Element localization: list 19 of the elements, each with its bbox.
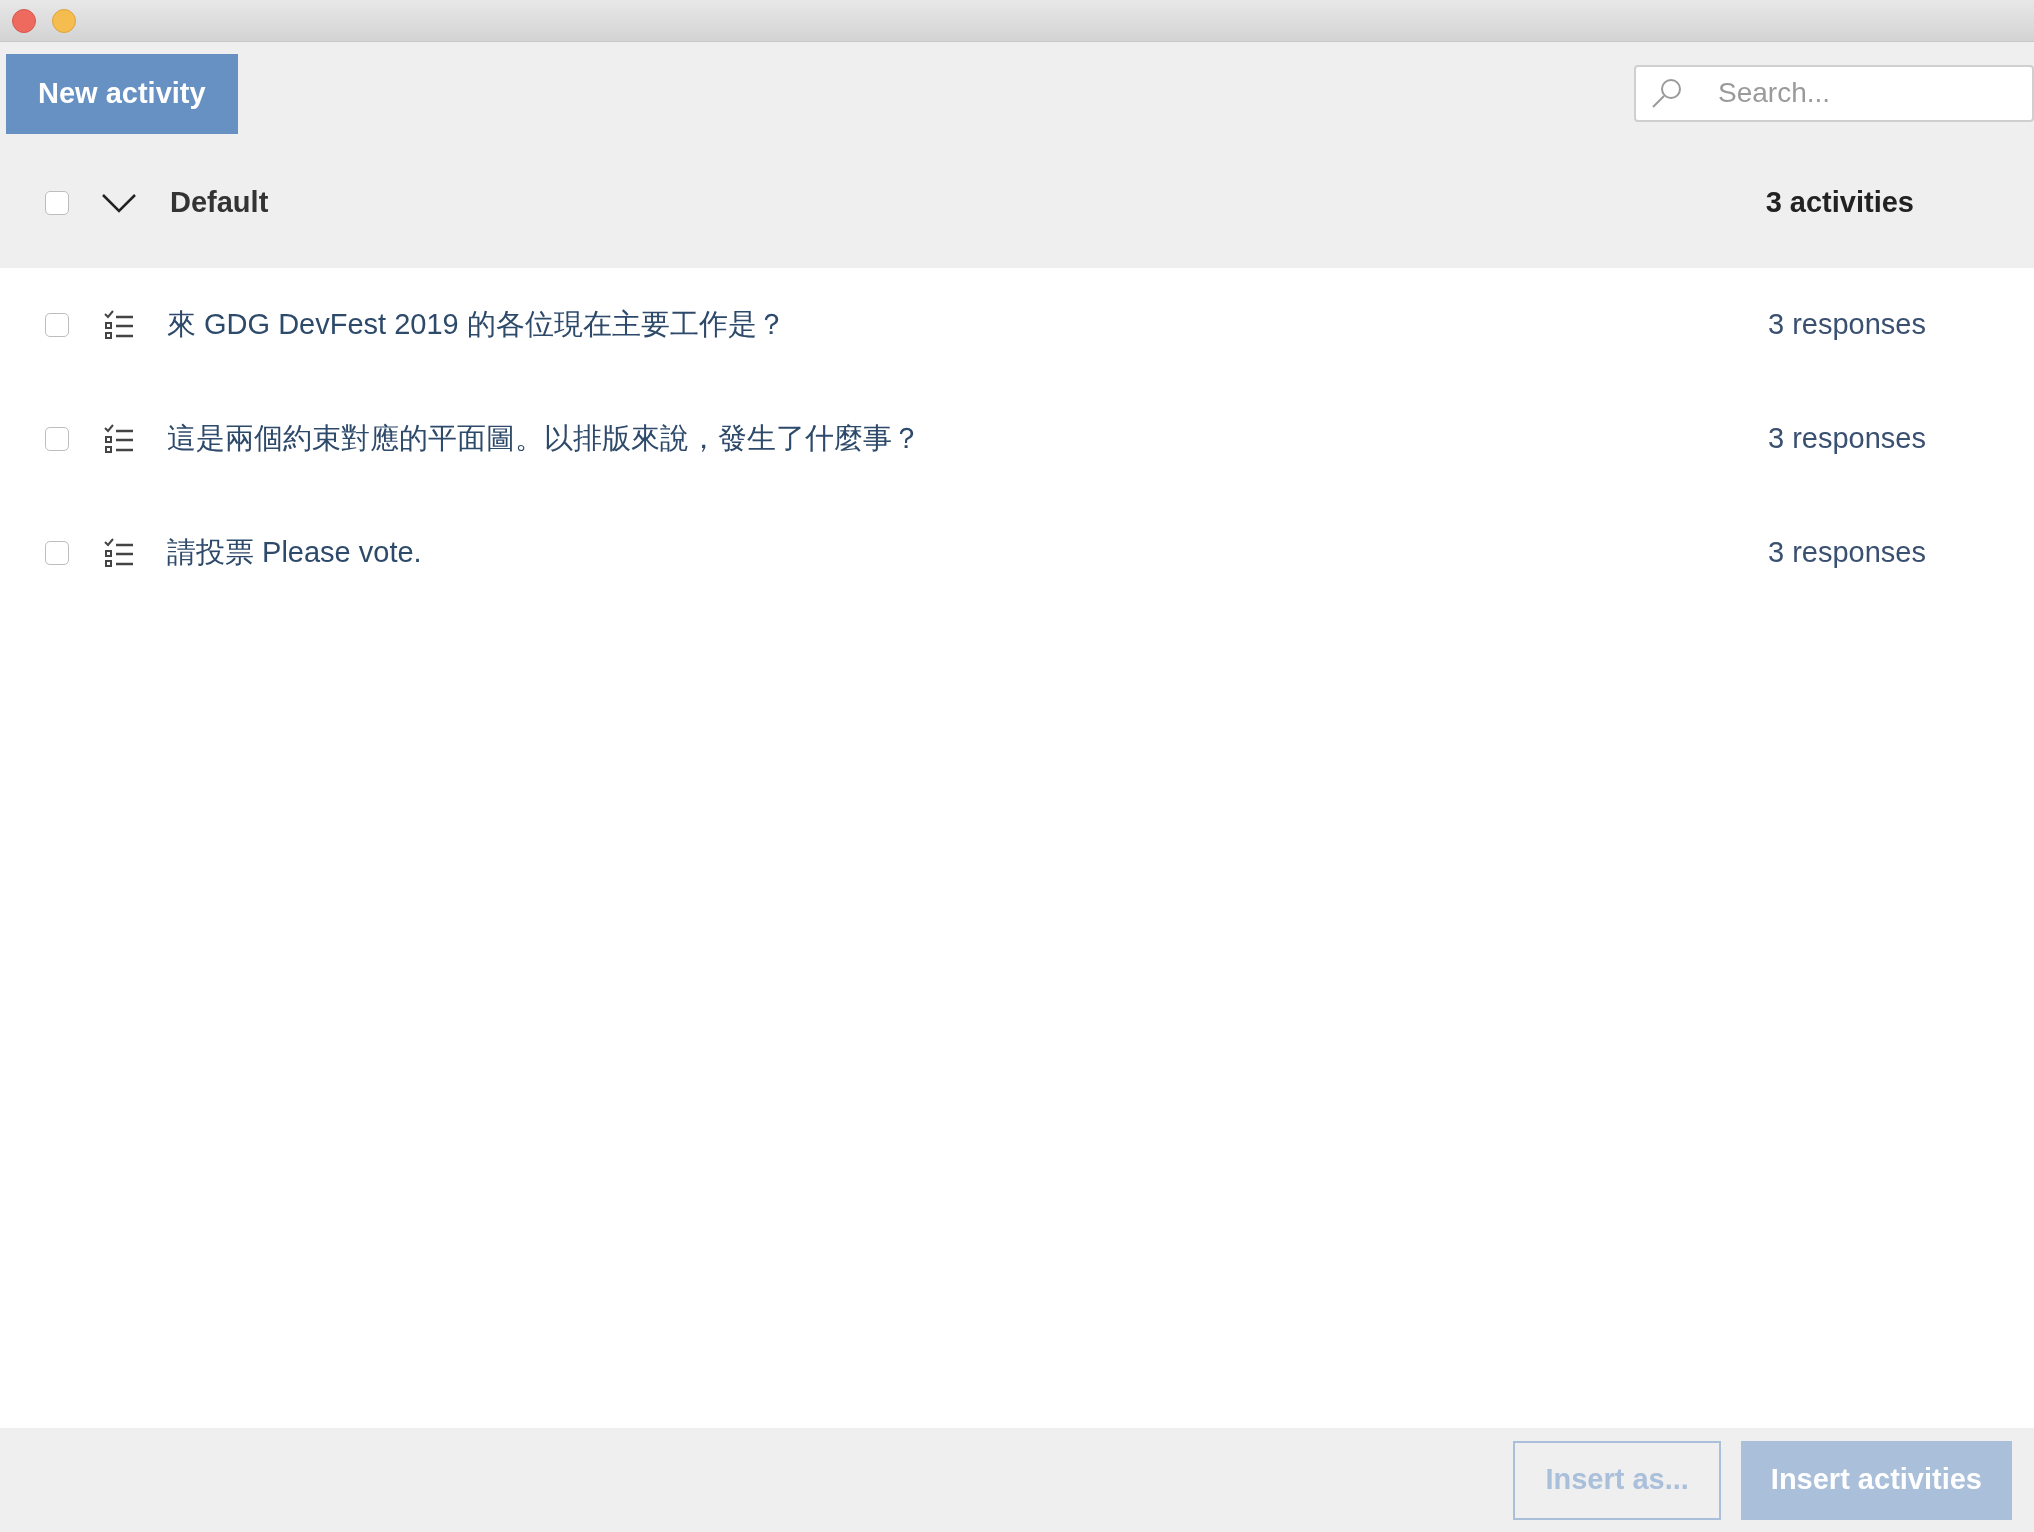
checkbox[interactable] xyxy=(45,313,69,337)
checkbox[interactable] xyxy=(45,541,69,565)
chevron-icon[interactable] xyxy=(101,193,137,213)
checklist-icon xyxy=(103,537,135,569)
activity-title[interactable]: 這是兩個約束對應的平面圖。以排版來說，發生了什麼事？ xyxy=(167,417,921,461)
activity-title[interactable]: 來 GDG DevFest 2019 的各位現在主要工作是？ xyxy=(167,303,786,347)
minimize-window-button[interactable] xyxy=(52,8,76,33)
group-name: Default xyxy=(170,185,269,221)
activity-title[interactable]: 請投票 Please vote. xyxy=(167,531,422,575)
response-count: 3 responses xyxy=(1768,535,1926,571)
checkbox[interactable] xyxy=(45,191,69,215)
checklist-icon xyxy=(103,309,135,341)
checklist-icon xyxy=(103,423,135,455)
close-window-button[interactable] xyxy=(12,8,36,33)
response-count: 3 responses xyxy=(1768,307,1926,343)
search-field[interactable]: Search... xyxy=(1634,64,2034,122)
response-count: 3 responses xyxy=(1768,421,1926,457)
activity-count: 3 activities xyxy=(1765,185,1914,221)
checkbox[interactable] xyxy=(45,427,69,451)
